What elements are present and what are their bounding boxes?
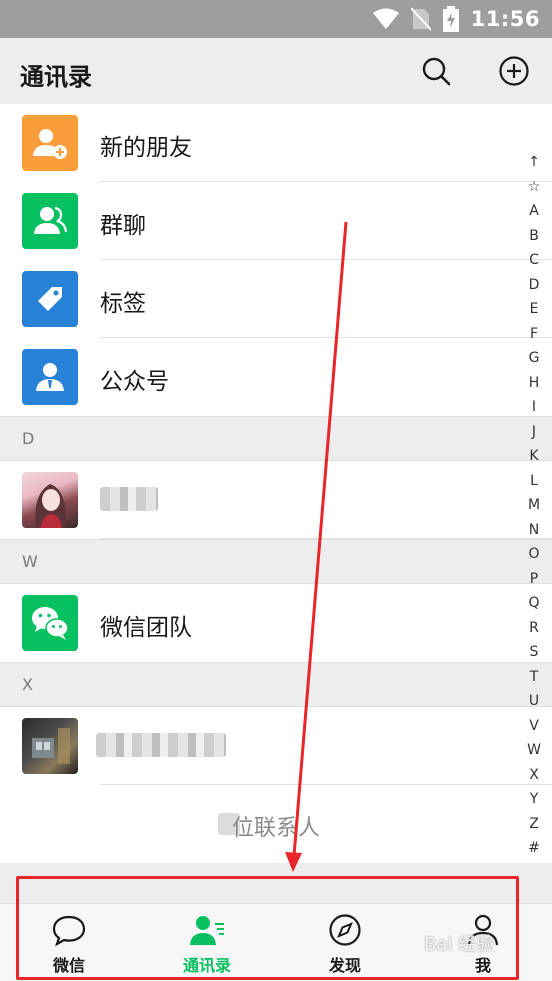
tab-discover[interactable]: 发现 [295,912,395,978]
index-letter[interactable]: Z [529,812,539,837]
tab-chats[interactable]: 微信 [19,912,119,978]
contacts-icon [190,916,224,945]
contact-list: 新的朋友 群聊 标签 公众号 D W 微信团队 X 位联系人 [0,104,552,863]
index-letter[interactable]: I [532,395,536,420]
new-friends-label: 新的朋友 [100,135,192,161]
index-letter[interactable]: O [528,542,539,567]
tab-label: 微信 [52,956,85,975]
index-letter[interactable]: U [529,689,539,714]
tab-contacts[interactable]: 通讯录 [157,912,257,978]
tags-label: 标签 [100,291,146,317]
index-letter[interactable]: E [530,297,539,322]
contact-count: 位联系人 [0,785,552,863]
tab-label: 发现 [328,956,361,975]
index-letter[interactable]: # [528,836,540,861]
group-chat-label: 群聊 [100,213,146,239]
section-letter: D [22,429,35,448]
tab-label: 通讯录 [182,956,231,975]
index-letter[interactable]: Q [528,591,539,616]
index-letter[interactable]: W [527,738,541,763]
index-letter[interactable]: D [529,273,540,298]
index-letter[interactable]: C [529,248,539,273]
index-letter[interactable]: K [529,444,538,469]
compass-icon [329,914,361,946]
index-letter[interactable]: A [529,199,539,224]
index-letter[interactable]: Y [530,787,539,812]
new-friends-item[interactable]: 新的朋友 [0,104,552,182]
search-icon[interactable] [420,55,452,87]
section-header-d: D [0,416,552,461]
contact-name: 微信团队 [100,615,192,641]
section-header-x: X [0,662,552,707]
contact-item-wechat-team[interactable]: 微信团队 [0,584,552,662]
index-letter[interactable]: N [529,518,539,543]
wifi-icon [372,8,399,29]
tag-icon [22,271,78,327]
official-accounts-label: 公众号 [100,369,169,395]
index-letter[interactable]: P [530,567,538,592]
no-sim-icon [410,7,431,31]
index-letter[interactable]: ↑ [528,150,540,175]
redacted-name [100,487,158,511]
section-letter: W [22,552,38,571]
status-time: 11:56 [470,7,540,31]
index-letter[interactable]: T [530,665,539,690]
section-header-w: W [0,539,552,584]
chat-bubble-icon [52,915,86,947]
app-header: 通讯录 [0,38,552,104]
battery-charging-icon [442,6,459,32]
add-icon[interactable] [498,55,530,87]
wechat-logo-icon [22,595,78,651]
index-letter[interactable]: F [530,322,538,347]
group-chat-item[interactable]: 群聊 [0,182,552,260]
index-letter[interactable]: G [529,346,540,371]
alphabet-index[interactable]: ↑ ☆ A B C D E F G H I J K L M N O P Q R S T U V W X Y Z # [524,150,544,861]
index-letter[interactable]: V [529,714,539,739]
index-letter[interactable]: X [529,763,539,788]
contact-avatar [22,718,78,774]
tags-item[interactable]: 标签 [0,260,552,338]
index-letter[interactable]: S [530,640,539,665]
official-account-icon [22,349,78,405]
index-letter[interactable]: H [529,371,540,396]
redacted-name [96,733,226,757]
contact-count-label: 位联系人 [231,816,320,841]
section-letter: X [22,675,33,694]
index-letter[interactable]: M [528,493,540,518]
watermark: Bai 经验 [424,934,495,955]
official-accounts-item[interactable]: 公众号 [0,338,552,416]
add-friend-icon [22,115,78,171]
contact-item[interactable] [0,461,552,539]
page-title: 通讯录 [20,63,92,91]
status-bar: 11:56 [0,0,552,38]
index-letter[interactable]: ☆ [528,175,541,200]
contact-item[interactable] [0,707,552,785]
group-chat-icon [22,193,78,249]
index-letter[interactable]: L [530,469,538,494]
index-letter[interactable]: J [532,420,536,445]
contact-avatar [22,472,78,528]
index-letter[interactable]: R [529,616,539,641]
index-letter[interactable]: B [529,224,539,249]
